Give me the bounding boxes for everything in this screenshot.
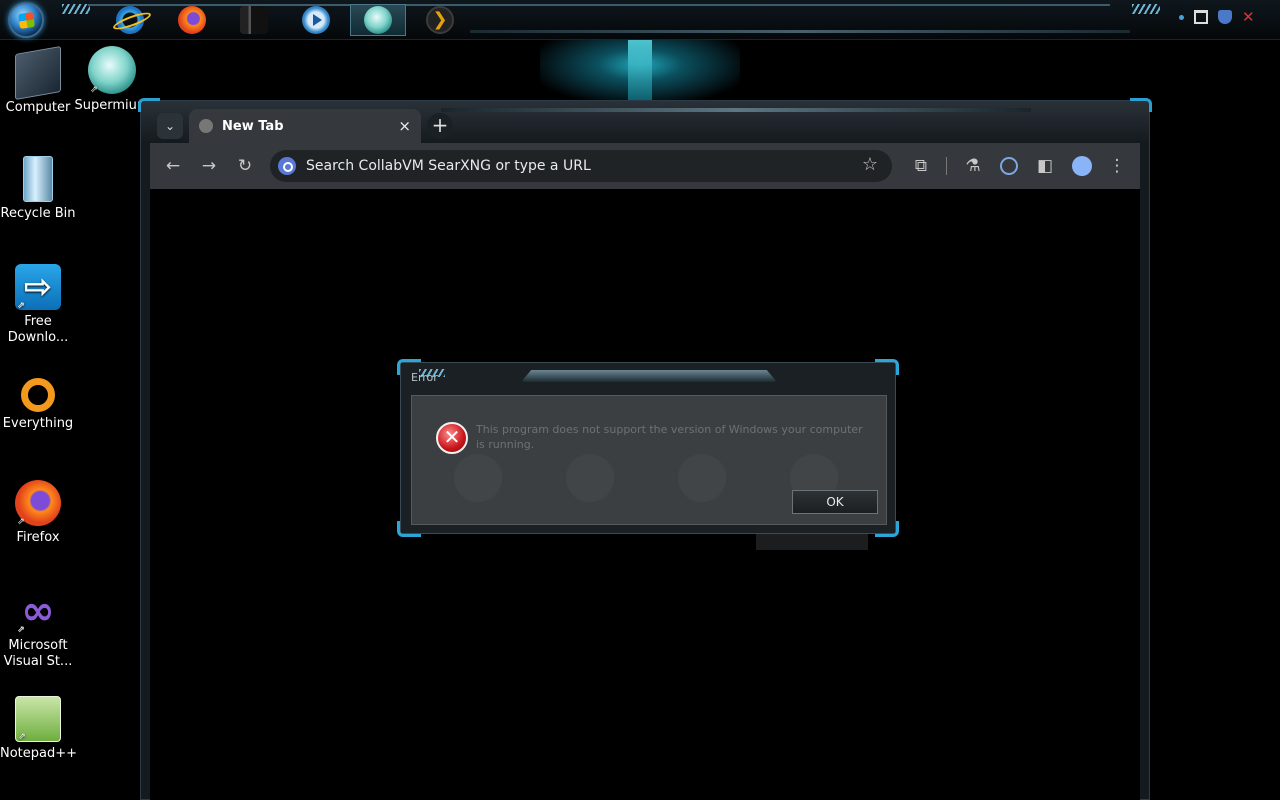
taskbar-stripes-left xyxy=(62,4,90,14)
desktop-icon-notepad-plus-plus[interactable]: ⇗ Notepad++ xyxy=(0,696,78,762)
dialog-title: Error xyxy=(411,371,438,384)
search-icon xyxy=(278,157,296,175)
free-download-manager-icon: ⇨ ⇗ xyxy=(15,264,61,311)
red-x-icon[interactable]: ✕ xyxy=(1242,10,1256,25)
everything-search-icon xyxy=(21,378,55,412)
internet-explorer-icon xyxy=(116,6,144,34)
ok-button[interactable]: OK xyxy=(792,490,878,514)
browser-toolbar: ← → ↻ Search CollabVM SearXNG or type a … xyxy=(150,143,1140,189)
shield-icon[interactable] xyxy=(1218,10,1232,24)
taskbar-media-player[interactable] xyxy=(288,4,344,36)
window-corner xyxy=(1130,98,1152,112)
desktop-icon-label: Recycle Bin xyxy=(0,206,76,221)
supermium-icon: ⇗ xyxy=(88,46,136,95)
ghost-circle xyxy=(678,454,726,502)
computer-icon xyxy=(15,45,61,101)
firefox-icon xyxy=(178,6,206,34)
media-center-icon xyxy=(240,6,268,34)
side-panel-icon[interactable]: ◧ xyxy=(1032,153,1058,179)
plex-icon: ❯ xyxy=(426,6,454,34)
supermium-extension-icon[interactable] xyxy=(996,153,1022,179)
start-button[interactable] xyxy=(8,2,44,38)
title-bar-rail xyxy=(441,108,1031,112)
taskbar-firefox[interactable] xyxy=(164,4,220,36)
desktop-icon-label: Free Downlo... xyxy=(7,314,69,345)
media-player-icon xyxy=(302,6,330,34)
desktop-icon-label: Firefox xyxy=(16,530,60,545)
new-tab-button[interactable]: + xyxy=(427,113,453,139)
bookmark-star-icon[interactable]: ☆ xyxy=(862,154,878,175)
desktop-icon-computer[interactable]: Computer xyxy=(0,45,76,116)
desktop-icon-free-download-manager[interactable]: ⇨ ⇗ Free Downlo... xyxy=(0,264,76,346)
firefox-icon: ⇗ xyxy=(15,480,61,527)
address-bar-placeholder: Search CollabVM SearXNG or type a URL xyxy=(306,158,591,174)
extensions-icon[interactable]: ⧉ xyxy=(908,153,934,179)
globe-icon xyxy=(199,119,213,133)
desktop-icon-label: Everything xyxy=(2,416,74,431)
dialog-title-rail[interactable] xyxy=(521,370,777,382)
system-tray: ✕ xyxy=(1179,10,1256,25)
network-icon[interactable] xyxy=(1194,10,1208,24)
desktop-icon-label: Microsoft Visual St... xyxy=(3,638,73,669)
error-x-icon: ✕ xyxy=(436,422,468,454)
ghost-circle xyxy=(566,454,614,502)
desktop-icon-everything[interactable]: Everything xyxy=(0,372,76,432)
taskbar-internet-explorer[interactable] xyxy=(102,4,158,36)
desktop: ❯ ✕ Computer ⇗ Supermium Recycle Bin ⇨ ⇗ … xyxy=(0,0,1280,800)
recycle-bin-icon xyxy=(23,156,53,202)
taskbar-media-center[interactable] xyxy=(226,4,282,36)
desktop-icon-visual-studio[interactable]: ∞ ⇗ Microsoft Visual St... xyxy=(0,588,76,670)
dialog-corner xyxy=(875,359,899,375)
window-corner xyxy=(138,98,160,112)
tab-new-tab[interactable]: New Tab × xyxy=(189,109,421,143)
desktop-icon-recycle-bin[interactable]: Recycle Bin xyxy=(0,156,76,222)
taskbar: ❯ ✕ xyxy=(0,0,1280,40)
windows-flag-icon xyxy=(18,12,35,29)
taskbar-rail-lower xyxy=(470,30,1130,33)
back-arrow-icon[interactable]: ← xyxy=(160,153,186,179)
taskbar-supermium[interactable] xyxy=(350,4,406,36)
ghost-circle xyxy=(454,454,502,502)
supermium-icon xyxy=(364,6,392,34)
tray-indicator-icon xyxy=(1179,14,1184,20)
tab-title: New Tab xyxy=(222,118,284,134)
taskbar-stripes-right xyxy=(1132,4,1160,14)
tab-close-icon[interactable]: × xyxy=(398,117,411,135)
dialog-shadow xyxy=(756,534,868,550)
error-dialog: Error ✕ This program does not support th… xyxy=(397,359,899,537)
visual-studio-icon: ∞ ⇗ xyxy=(17,588,55,635)
labs-flask-icon[interactable]: ⚗ xyxy=(960,153,986,179)
notepad-plus-plus-icon: ⇗ xyxy=(15,696,61,742)
reload-icon[interactable]: ↻ xyxy=(232,153,258,179)
profile-avatar-icon[interactable] xyxy=(1072,156,1092,176)
dialog-body: ✕ This program does not support the vers… xyxy=(411,395,887,525)
menu-kebab-icon[interactable]: ⋮ xyxy=(1104,153,1130,179)
taskbar-plex[interactable]: ❯ xyxy=(412,4,468,36)
dialog-message: This program does not support the versio… xyxy=(476,423,863,451)
wallpaper-glow xyxy=(540,40,740,102)
desktop-icon-label: Notepad++ xyxy=(0,746,78,761)
tab-search-button[interactable]: ⌄ xyxy=(157,113,183,139)
toolbar-separator xyxy=(946,157,947,175)
desktop-icon-firefox[interactable]: ⇗ Firefox xyxy=(0,480,76,546)
address-bar[interactable]: Search CollabVM SearXNG or type a URL ☆ xyxy=(270,150,892,182)
desktop-icon-label: Computer xyxy=(5,100,71,115)
forward-arrow-icon[interactable]: → xyxy=(196,153,222,179)
